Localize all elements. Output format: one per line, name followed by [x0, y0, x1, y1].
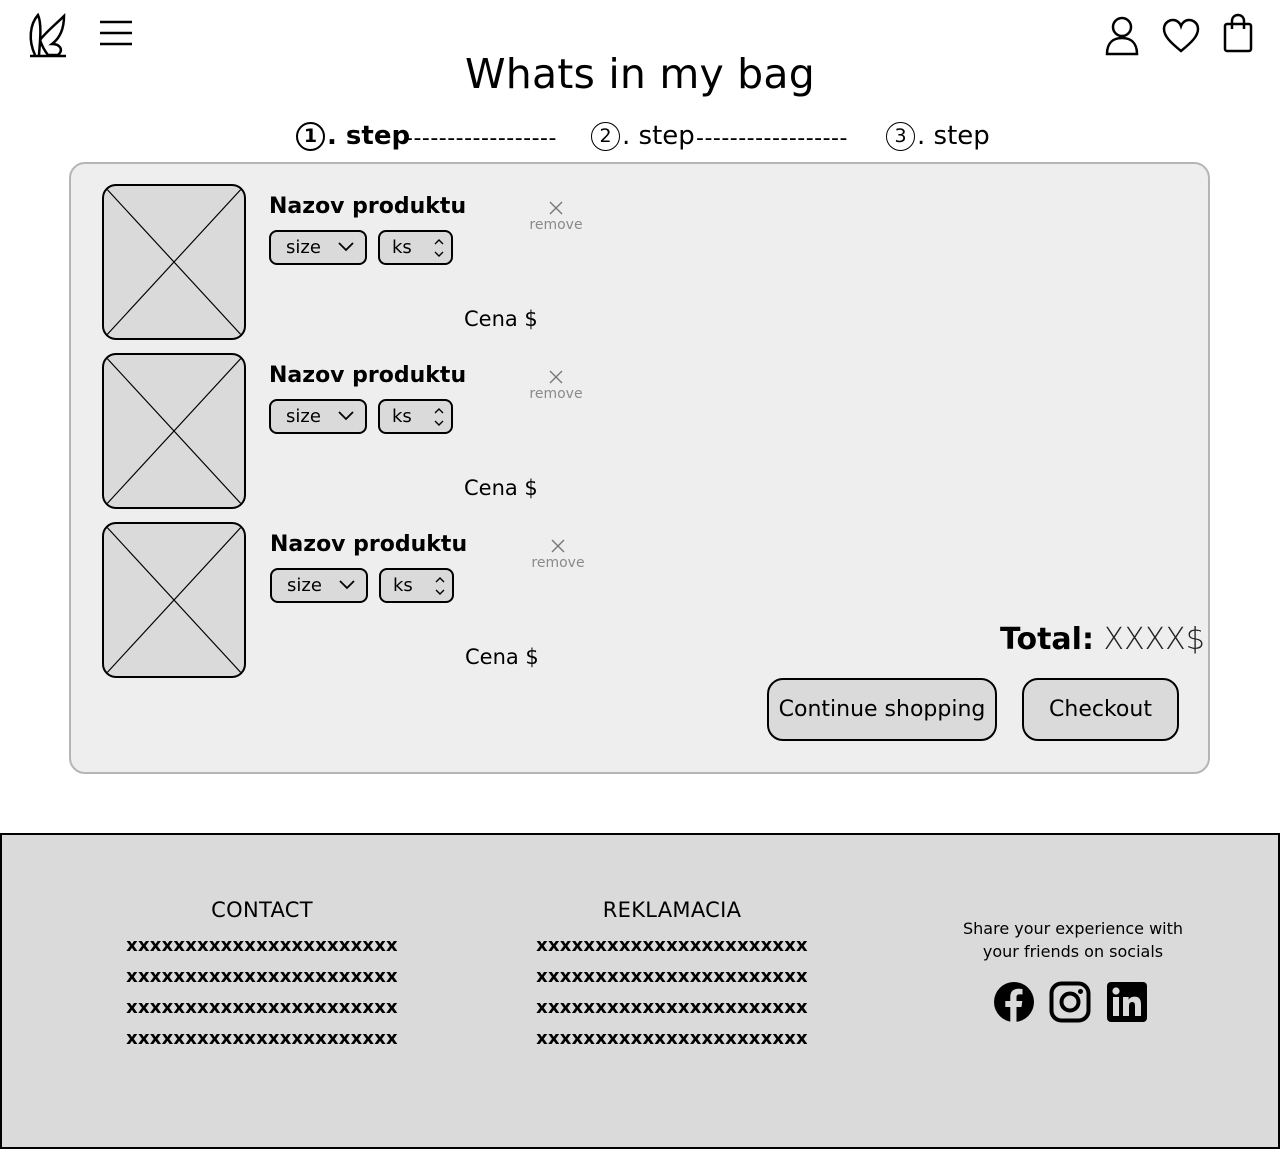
- menu-icon[interactable]: [98, 18, 134, 48]
- product-image-placeholder[interactable]: [102, 184, 246, 340]
- step-label: . step: [917, 121, 990, 151]
- quantity-stepper[interactable]: ks: [378, 230, 453, 265]
- reklamacia-line[interactable]: xxxxxxxxxxxxxxxxxxxxxxx: [522, 961, 822, 992]
- social-share-text: Share your experience with your friends …: [953, 917, 1193, 963]
- cart-item: Nazov produktu size ks remove Cena $: [102, 353, 662, 513]
- remove-button[interactable]: remove: [526, 369, 586, 409]
- step-label: . step: [327, 121, 411, 151]
- product-name[interactable]: Nazov produktu: [269, 363, 466, 388]
- step-number: 3: [886, 121, 915, 151]
- product-image-placeholder[interactable]: [102, 353, 246, 509]
- product-price: Cena $: [464, 476, 538, 500]
- step-1[interactable]: 1 . step: [296, 118, 418, 154]
- stepper-arrows-icon[interactable]: [433, 406, 445, 428]
- quantity-stepper[interactable]: ks: [379, 568, 454, 603]
- step-label: . step: [622, 121, 695, 151]
- size-select-value: size: [287, 575, 322, 596]
- product-image-placeholder[interactable]: [102, 522, 246, 678]
- product-price: Cena $: [465, 645, 539, 669]
- remove-button[interactable]: remove: [526, 200, 586, 240]
- size-select-value: size: [286, 237, 321, 258]
- contact-line[interactable]: xxxxxxxxxxxxxxxxxxxxxxx: [112, 961, 412, 992]
- contact-line[interactable]: xxxxxxxxxxxxxxxxxxxxxxx: [112, 1023, 412, 1054]
- product-name[interactable]: Nazov produktu: [270, 532, 467, 557]
- footer-reklamacia: REKLAMACIA xxxxxxxxxxxxxxxxxxxxxxx xxxxx…: [522, 898, 822, 1054]
- step-number: 1: [296, 121, 325, 151]
- reklamacia-heading: REKLAMACIA: [602, 898, 742, 922]
- bag-icon[interactable]: [1222, 13, 1254, 53]
- chevron-down-icon: [338, 411, 354, 421]
- instagram-icon[interactable]: [1049, 981, 1091, 1023]
- quantity-value: ks: [392, 406, 412, 427]
- contact-heading: CONTACT: [211, 898, 313, 922]
- remove-label: remove: [529, 217, 583, 233]
- total-value: XXXX$: [1103, 622, 1205, 657]
- contact-line[interactable]: xxxxxxxxxxxxxxxxxxxxxxx: [112, 930, 412, 961]
- quantity-value: ks: [393, 575, 413, 596]
- continue-shopping-button[interactable]: Continue shopping: [767, 678, 997, 741]
- remove-label: remove: [529, 386, 583, 402]
- product-name[interactable]: Nazov produktu: [269, 194, 466, 219]
- contact-line[interactable]: xxxxxxxxxxxxxxxxxxxxxxx: [112, 992, 412, 1023]
- reklamacia-line[interactable]: xxxxxxxxxxxxxxxxxxxxxxx: [522, 1023, 822, 1054]
- cart-item: Nazov produktu size ks remove Cena $: [102, 184, 662, 344]
- close-icon: [549, 201, 563, 215]
- step-2[interactable]: 2 . step: [591, 118, 703, 154]
- remove-label: remove: [531, 555, 585, 571]
- size-select[interactable]: size: [270, 568, 368, 603]
- stepper-arrows-icon[interactable]: [434, 575, 446, 597]
- social-text-line: your friends on socials: [982, 942, 1164, 961]
- facebook-icon[interactable]: [993, 981, 1035, 1023]
- checkout-button[interactable]: Checkout: [1022, 678, 1179, 741]
- remove-button[interactable]: remove: [528, 538, 588, 578]
- quantity-value: ks: [392, 237, 412, 258]
- page-title: Whats in my bag: [465, 50, 815, 98]
- step-3[interactable]: 3 . step: [886, 118, 998, 154]
- social-text-line: Share your experience with: [962, 919, 1184, 938]
- footer-contact: CONTACT xxxxxxxxxxxxxxxxxxxxxxx xxxxxxxx…: [112, 898, 412, 1054]
- cart-item: Nazov produktu size ks remove Cena $: [102, 522, 662, 682]
- quantity-stepper[interactable]: ks: [378, 399, 453, 434]
- step-separator: ------------------: [696, 126, 848, 151]
- stepper-arrows-icon[interactable]: [433, 237, 445, 259]
- step-separator: ------------------: [405, 126, 557, 151]
- chevron-down-icon: [338, 242, 354, 252]
- product-price: Cena $: [464, 307, 538, 331]
- reklamacia-line[interactable]: xxxxxxxxxxxxxxxxxxxxxxx: [522, 930, 822, 961]
- step-number: 2: [591, 121, 620, 151]
- cart-total: Total: XXXX$: [1000, 622, 1205, 657]
- size-select[interactable]: size: [269, 399, 367, 434]
- size-select[interactable]: size: [269, 230, 367, 265]
- linkedin-icon[interactable]: [1106, 981, 1148, 1023]
- heart-icon[interactable]: [1162, 18, 1200, 54]
- chevron-down-icon: [339, 580, 355, 590]
- total-label: Total:: [1000, 622, 1094, 657]
- reklamacia-line[interactable]: xxxxxxxxxxxxxxxxxxxxxxx: [522, 992, 822, 1023]
- close-icon: [549, 370, 563, 384]
- close-icon: [551, 539, 565, 553]
- size-select-value: size: [286, 406, 321, 427]
